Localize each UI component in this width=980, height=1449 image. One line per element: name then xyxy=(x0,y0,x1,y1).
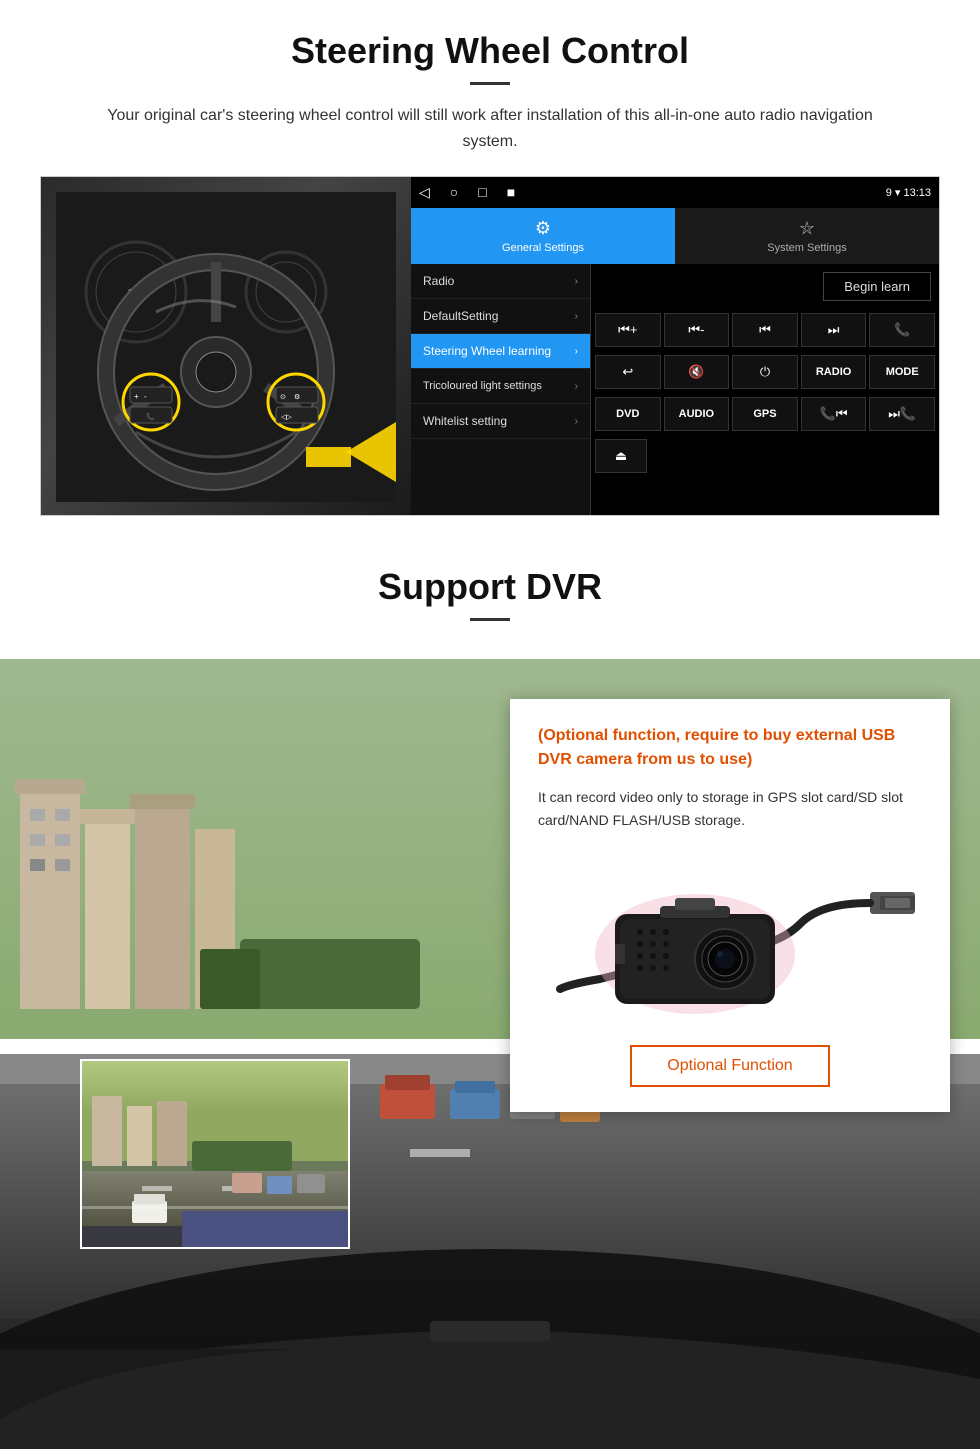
menu-tricoloured-label: Tricoloured light settings xyxy=(423,379,542,393)
menu-radio-label: Radio xyxy=(423,274,454,288)
title-divider xyxy=(470,82,510,85)
svg-text:📞: 📞 xyxy=(146,412,155,421)
ctrl-phone-next[interactable]: ⏭📞 xyxy=(869,397,935,431)
chevron-icon: › xyxy=(575,276,578,287)
menu-whitelist-label: Whitelist setting xyxy=(423,414,507,428)
tab-general-settings[interactable]: ⚙ General Settings xyxy=(411,208,675,264)
android-tabs: ⚙ General Settings ⛦ System Settings xyxy=(411,208,939,264)
svg-text:+: + xyxy=(134,392,139,401)
dvr-title-divider xyxy=(470,618,510,621)
dvr-background-area: (Optional function, require to buy exter… xyxy=(0,659,980,1449)
menu-item-tricoloured[interactable]: Tricoloured light settings › xyxy=(411,369,590,404)
steering-title: Steering Wheel Control xyxy=(40,30,940,72)
chevron-icon-2: › xyxy=(575,311,578,322)
steering-wheel-svg: 120 + - xyxy=(56,192,396,502)
menu-default-label: DefaultSetting xyxy=(423,309,498,323)
chevron-icon-4: › xyxy=(575,380,578,393)
ctrl-mute[interactable]: 🔇 xyxy=(664,355,730,389)
android-status-bar: ◁ ○ □ ■ 9 ▾ 13:13 xyxy=(411,177,939,208)
ctrl-prev[interactable]: ⏮ xyxy=(732,313,798,347)
dvr-title: Support DVR xyxy=(40,566,940,608)
ctrl-phone-prev[interactable]: 📞⏮ xyxy=(801,397,867,431)
control-grid-row1: ⏮+ ⏮- ⏮ ⏭ 📞 xyxy=(591,309,939,351)
ctrl-phone[interactable]: 📞 xyxy=(869,313,935,347)
chevron-icon-3: › xyxy=(575,346,578,357)
menu-item-whitelist[interactable]: Whitelist setting › xyxy=(411,404,590,439)
thumb-scene-svg xyxy=(82,1061,350,1249)
begin-learn-button[interactable]: Begin learn xyxy=(823,272,931,301)
ctrl-gps[interactable]: GPS xyxy=(732,397,798,431)
ctrl-vol-up[interactable]: ⏮+ xyxy=(595,313,661,347)
menu-item-default[interactable]: DefaultSetting › xyxy=(411,299,590,334)
svg-text:-: - xyxy=(144,392,147,401)
menu-item-radio[interactable]: Radio › xyxy=(411,264,590,299)
android-nav-bar: ◁ ○ □ ■ xyxy=(419,180,515,205)
tab-system-label: System Settings xyxy=(767,242,846,254)
steering-section: Steering Wheel Control Your original car… xyxy=(0,0,980,536)
menu-nav-btn[interactable]: ■ xyxy=(507,184,515,201)
dvr-title-area: Support DVR xyxy=(0,536,980,659)
ctrl-mode[interactable]: MODE xyxy=(869,355,935,389)
optional-function-button[interactable]: Optional Function xyxy=(630,1045,829,1087)
steering-wheel-photo: 120 + - xyxy=(41,177,411,516)
tab-general-label: General Settings xyxy=(502,242,584,254)
dvr-description: It can record video only to storage in G… xyxy=(538,786,922,831)
dvr-optional-text: (Optional function, require to buy exter… xyxy=(538,724,922,772)
chevron-icon-5: › xyxy=(575,416,578,427)
android-ui-panel: ◁ ○ □ ■ 9 ▾ 13:13 ⚙ General Settings ⛦ S… xyxy=(411,177,939,515)
svg-text:⊙: ⊙ xyxy=(280,394,286,401)
dvr-preview-thumbnail xyxy=(80,1059,350,1249)
svg-text:◁▷: ◁▷ xyxy=(281,414,292,421)
control-grid-row3: DVD AUDIO GPS 📞⏮ ⏭📞 xyxy=(591,393,939,435)
control-grid-row2: ↩ 🔇 ⏻ RADIO MODE xyxy=(591,351,939,393)
dvr-camera-svg xyxy=(540,854,920,1024)
status-info: 9 ▾ 13:13 xyxy=(886,186,931,199)
ctrl-eject[interactable]: ⏏ xyxy=(595,439,647,473)
ctrl-audio[interactable]: AUDIO xyxy=(664,397,730,431)
android-right-panel: Begin learn ⏮+ ⏮- ⏮ ⏭ 📞 ↩ 🔇 ⏻ xyxy=(591,264,939,515)
recents-nav-btn[interactable]: □ xyxy=(478,184,486,201)
svg-text:⚙: ⚙ xyxy=(294,393,300,401)
gear-icon: ⚙ xyxy=(535,218,551,239)
tab-system-settings[interactable]: ⛦ System Settings xyxy=(675,208,939,264)
android-menu: Radio › DefaultSetting › Steering Wheel … xyxy=(411,264,591,515)
begin-learn-row: Begin learn xyxy=(591,264,939,309)
ctrl-power[interactable]: ⏻ xyxy=(732,355,798,389)
ctrl-back[interactable]: ↩ xyxy=(595,355,661,389)
dvr-camera-illustration xyxy=(538,849,922,1029)
menu-item-steering-learning[interactable]: Steering Wheel learning › xyxy=(411,334,590,369)
home-nav-btn[interactable]: ○ xyxy=(450,184,458,201)
ctrl-next[interactable]: ⏭ xyxy=(801,313,867,347)
steering-description: Your original car's steering wheel contr… xyxy=(80,103,900,154)
ctrl-vol-down[interactable]: ⏮- xyxy=(664,313,730,347)
ctrl-radio[interactable]: RADIO xyxy=(801,355,867,389)
steering-ui-screenshot: 120 + - xyxy=(40,176,940,516)
dvr-info-card: (Optional function, require to buy exter… xyxy=(510,699,950,1112)
android-content: Radio › DefaultSetting › Steering Wheel … xyxy=(411,264,939,515)
system-icon: ⛦ xyxy=(800,218,814,239)
ctrl-dvd[interactable]: DVD xyxy=(595,397,661,431)
menu-steering-label: Steering Wheel learning xyxy=(423,344,551,358)
dvr-section: Support DVR xyxy=(0,536,980,1449)
back-nav-btn[interactable]: ◁ xyxy=(419,184,430,201)
